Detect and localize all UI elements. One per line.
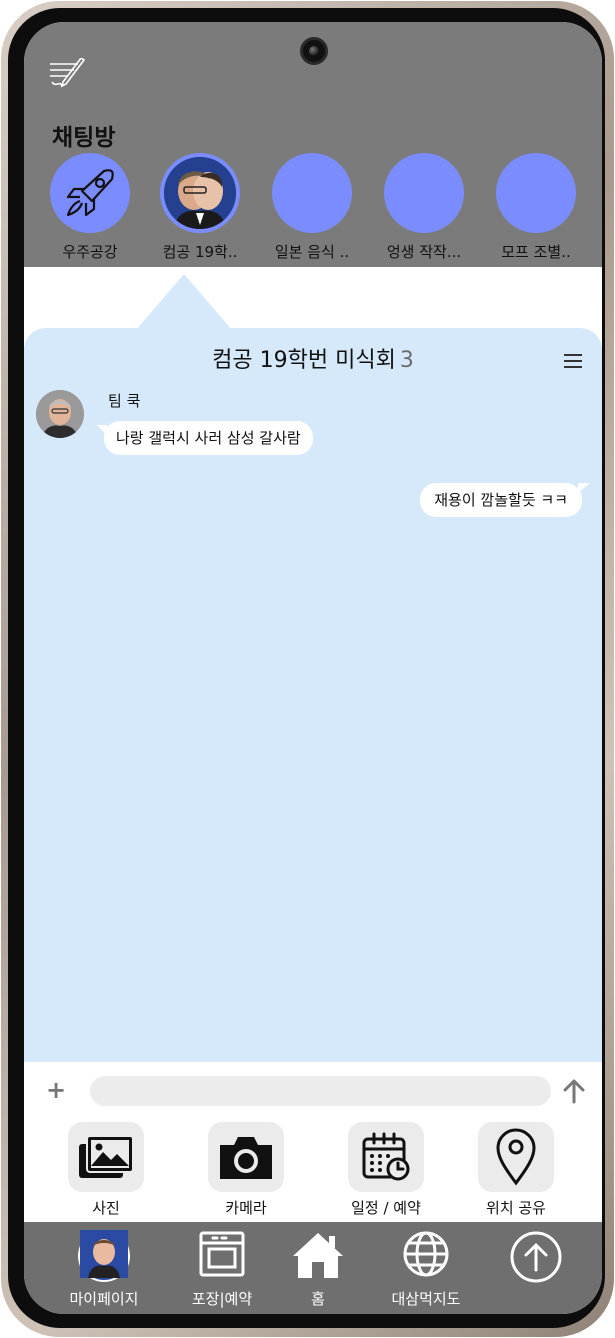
nav-icon: [54, 1230, 154, 1286]
nav-icon: [486, 1230, 586, 1286]
attach-camera[interactable]: 카메라: [191, 1122, 301, 1218]
camera-icon: [220, 1137, 272, 1179]
attach-label: 일정 / 예약: [351, 1199, 421, 1217]
oven-icon: [199, 1231, 245, 1277]
sender-name: 팀 쿡: [108, 392, 141, 410]
avatar: [78, 1230, 130, 1282]
rooms-title: 채팅방: [52, 125, 116, 151]
attach-schedule[interactable]: 일정 / 예약: [331, 1122, 441, 1218]
room-item-eongsaeng[interactable]: 엉생 작작...: [382, 153, 466, 262]
attachment-options: 사진 카메라 일정 / 예약 위치 공유: [24, 1120, 602, 1222]
nav-label: 포장|예약: [191, 1290, 253, 1308]
globe-icon: [403, 1231, 449, 1277]
nav-icon: [376, 1230, 476, 1286]
spacer-band: [24, 267, 602, 330]
room-item-japanese-food[interactable]: 일본 음식 ..: [270, 153, 354, 262]
front-camera: [300, 37, 328, 65]
room-label: 일본 음식 ..: [274, 243, 350, 261]
menu-icon[interactable]: [564, 354, 582, 368]
chat-title: 컴공 19학번 미식회 3: [24, 342, 602, 374]
group-photo-avatar: [164, 157, 236, 229]
nav-icon: [268, 1230, 368, 1286]
home-icon: [293, 1233, 343, 1278]
room-item-cs19[interactable]: 컴공 19학..: [158, 153, 242, 262]
attach-label: 카메라: [225, 1199, 267, 1217]
member-count: 3: [399, 348, 414, 373]
plus-icon[interactable]: +: [46, 1078, 66, 1102]
attach-label: 위치 공유: [486, 1199, 546, 1217]
sender-avatar[interactable]: [36, 390, 84, 438]
room-avatar: [496, 153, 576, 233]
nav-scroll-top[interactable]: [486, 1230, 586, 1288]
compose-icon[interactable]: [48, 58, 86, 90]
chat-panel: 컴공 19학번 미식회 3 팀 쿡 나랑 갤럭시 사러 삼성 갈사람 재용이 깜놀…: [24, 328, 602, 1062]
room-item-space[interactable]: 우주공강: [48, 153, 132, 262]
attach-location-box: [478, 1122, 554, 1192]
attach-schedule-box: [348, 1122, 424, 1192]
attach-camera-box: [208, 1122, 284, 1192]
photo-icon: [79, 1135, 134, 1178]
room-avatar-selected: [160, 153, 240, 233]
avatar: [36, 390, 84, 438]
room-avatar: [384, 153, 464, 233]
nav-mypage[interactable]: 마이페이지: [54, 1230, 154, 1309]
attach-location[interactable]: 위치 공유: [461, 1122, 571, 1218]
room-item-mope[interactable]: 모프 조별..: [494, 153, 578, 262]
room-label: 컴공 19학..: [162, 243, 238, 261]
calendar-icon: [362, 1132, 410, 1181]
nav-takeout-reserve[interactable]: 포장|예약: [172, 1230, 272, 1309]
nav-home[interactable]: 홈: [268, 1230, 368, 1309]
attach-photo-box: [68, 1122, 144, 1192]
outgoing-message: 재용이 깜놀할듯 ㅋㅋ: [420, 483, 590, 517]
attach-label: 사진: [92, 1199, 120, 1217]
message-input-row: +: [24, 1062, 602, 1120]
arrow-up-circle-icon: [510, 1231, 562, 1283]
app-screen: 채팅방 우주공강 컴공 19학.. 일본 음식 .. 엉생 작작... 모프 조…: [24, 22, 602, 1314]
send-arrow-icon[interactable]: [562, 1078, 586, 1104]
nav-label: 마이페이지: [69, 1290, 139, 1308]
room-label: 모프 조별..: [501, 243, 571, 261]
room-label: 엉생 작작...: [386, 243, 462, 261]
nav-icon: [172, 1230, 272, 1286]
room-avatar: [272, 153, 352, 233]
nav-map[interactable]: 대삼먹지도: [376, 1230, 476, 1309]
nav-label: 홈: [311, 1290, 325, 1308]
selected-room-pointer: [136, 274, 232, 330]
room-label: 우주공강: [62, 243, 118, 261]
location-pin-icon: [496, 1128, 536, 1186]
chat-title-text: 컴공 19학번 미식회: [212, 348, 396, 373]
bottom-navigation: 마이페이지 포장|예약 홈 대삼먹지도: [24, 1222, 602, 1314]
incoming-message: 나랑 갤럭시 사러 삼성 갈사람: [97, 421, 313, 455]
rocket-icon: [66, 169, 114, 217]
attach-photo[interactable]: 사진: [51, 1122, 161, 1218]
message-input[interactable]: [90, 1076, 551, 1106]
nav-label: 대삼먹지도: [391, 1290, 461, 1308]
room-avatar: [50, 153, 130, 233]
